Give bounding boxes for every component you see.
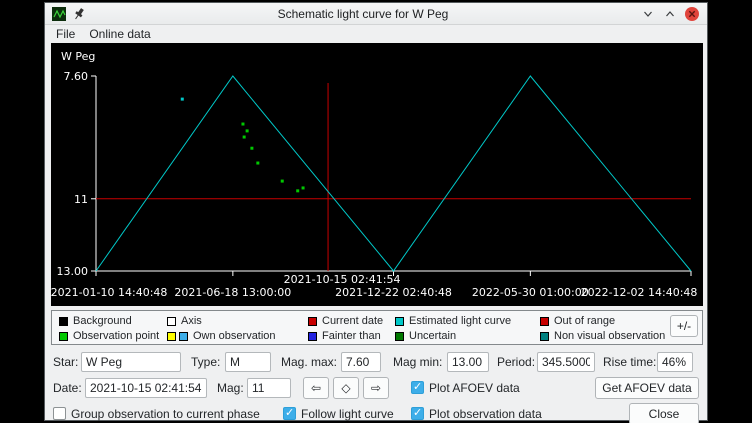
step-back-button[interactable]: ⇦ xyxy=(303,377,329,399)
get-afoev-button[interactable]: Get AFOEV data xyxy=(595,377,699,399)
svg-text:2021-10-15 02:41:54: 2021-10-15 02:41:54 xyxy=(284,273,401,286)
legend-swatch xyxy=(59,332,68,341)
svg-text:13.00: 13.00 xyxy=(57,265,89,278)
close-dialog-button[interactable]: Close xyxy=(629,403,699,423)
group-observation-checkbox[interactable] xyxy=(53,407,66,420)
maximize-button[interactable] xyxy=(661,5,679,23)
legend-label: Fainter than xyxy=(322,330,381,342)
period-input[interactable] xyxy=(537,352,595,372)
menubar: File Online data xyxy=(45,25,707,43)
minimize-button[interactable] xyxy=(639,5,657,23)
svg-text:2021-01-10 14:40:48: 2021-01-10 14:40:48 xyxy=(51,286,167,299)
legend-item-out-of-range: Out of range xyxy=(540,314,665,328)
legend-swatch xyxy=(308,332,317,341)
svg-text:11: 11 xyxy=(74,193,88,206)
plot-afoev-label: Plot AFOEV data xyxy=(429,378,520,398)
plot-afoev-checkbox[interactable] xyxy=(411,381,424,394)
app-window: Schematic light curve for W Peg File Onl… xyxy=(44,2,708,421)
svg-text:7.60: 7.60 xyxy=(64,70,89,83)
star-label: Star: xyxy=(53,352,78,372)
mag-max-label: Mag. max: xyxy=(281,352,337,372)
legend-label: Own observation xyxy=(193,330,276,342)
legend-label: Current date xyxy=(322,315,383,327)
window-title: Schematic light curve for W Peg xyxy=(91,7,635,21)
plot-observation-checkbox[interactable] xyxy=(411,407,424,420)
titlebar: Schematic light curve for W Peg xyxy=(45,3,707,25)
date-label: Date: xyxy=(53,378,82,398)
legend-item-axis: Axis xyxy=(167,314,308,328)
legend-swatch xyxy=(59,317,68,326)
legend-item-current-date: Current date xyxy=(308,314,395,328)
menu-file[interactable]: File xyxy=(49,26,82,42)
mag-max-input[interactable] xyxy=(341,352,381,372)
legend-label: Observation point xyxy=(73,330,159,342)
svg-text:W Peg: W Peg xyxy=(61,50,95,63)
date-input[interactable] xyxy=(85,378,207,398)
zoom-plus-minus-button[interactable]: +/- xyxy=(670,315,698,337)
period-label: Period: xyxy=(497,352,535,372)
star-input[interactable] xyxy=(81,352,181,372)
legend-label: Axis xyxy=(181,315,202,327)
legend-item-non-visual-observation: Non visual observation xyxy=(540,329,665,343)
rise-time-label: Rise time: xyxy=(603,352,656,372)
legend-swatch xyxy=(540,332,549,341)
follow-light-curve-label: Follow light curve xyxy=(301,404,394,423)
plot-observation-label: Plot observation data xyxy=(429,404,542,423)
legend-label: Background xyxy=(73,315,132,327)
legend-swatch xyxy=(167,332,176,341)
step-center-button[interactable]: ◇ xyxy=(333,377,359,399)
desktop: Schematic light curve for W Peg File Onl… xyxy=(0,0,752,423)
legend-label: Out of range xyxy=(554,315,615,327)
plot-svg: 7.60 11 13.00 2021-01-10 14:40:48 2021-06-18… xyxy=(51,43,703,306)
legend-item-fainter-than: Fainter than xyxy=(308,329,395,343)
legend-label: Uncertain xyxy=(409,330,456,342)
menu-online-data[interactable]: Online data xyxy=(82,26,157,42)
legend-swatch xyxy=(395,332,404,341)
legend-swatch xyxy=(308,317,317,326)
close-button[interactable] xyxy=(683,5,701,23)
legend-grid: Background Axis Current date Estimated ligh… xyxy=(59,314,665,343)
legend-item-background: Background xyxy=(59,314,167,328)
legend-item-observation-point: Observation point xyxy=(59,329,167,343)
svg-text:2022-05-30 01:00:00: 2022-05-30 01:00:00 xyxy=(472,286,589,299)
type-label: Type: xyxy=(191,352,220,372)
rise-time-input[interactable] xyxy=(657,352,693,372)
light-curve-plot[interactable]: 7.60 11 13.00 2021-01-10 14:40:48 2021-06-18… xyxy=(51,43,703,306)
mag-min-label: Mag min: xyxy=(393,352,442,372)
legend-label: Non visual observation xyxy=(554,330,665,342)
svg-text:2022-12-02 14:40:48: 2022-12-02 14:40:48 xyxy=(581,286,698,299)
legend-label: Estimated light curve xyxy=(409,315,511,327)
legend-swatch xyxy=(540,317,549,326)
legend-swatch xyxy=(395,317,404,326)
svg-text:2021-12-22 02:40:48: 2021-12-22 02:40:48 xyxy=(335,286,452,299)
mag-min-input[interactable] xyxy=(447,352,489,372)
group-observation-label: Group observation to current phase xyxy=(71,404,260,423)
form-area: Star: Type: Mag. max: Mag min: Period: R… xyxy=(45,346,707,420)
legend-swatch xyxy=(167,317,176,326)
mag-label: Mag: xyxy=(217,378,244,398)
legend-item-estimated-light-curve: Estimated light curve xyxy=(395,314,540,328)
step-forward-button[interactable]: ⇨ xyxy=(363,377,389,399)
app-icon xyxy=(51,6,67,22)
svg-text:2021-06-18 13:00:00: 2021-06-18 13:00:00 xyxy=(174,286,291,299)
legend-item-uncertain: Uncertain xyxy=(395,329,540,343)
mag-input[interactable] xyxy=(247,378,291,398)
legend-swatch-extra xyxy=(179,332,188,341)
type-input[interactable] xyxy=(225,352,271,372)
legend-panel: Background Axis Current date Estimated ligh… xyxy=(51,310,703,345)
follow-light-curve-checkbox[interactable] xyxy=(283,407,296,420)
legend-item-own-observation: Own observation xyxy=(167,329,308,343)
pin-icon[interactable] xyxy=(71,6,87,22)
